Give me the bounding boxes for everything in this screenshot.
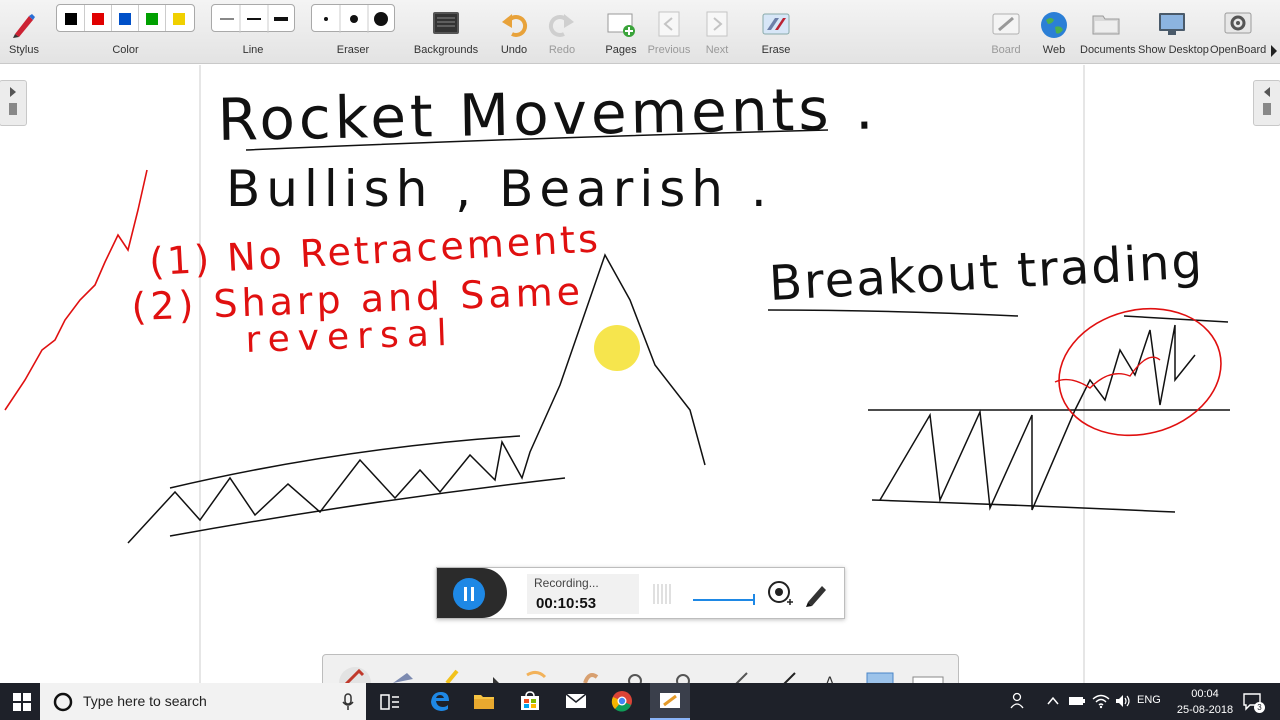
screen-recorder-widget: Recording... 00:10:53	[436, 567, 845, 619]
taskbar-clock[interactable]: 00:04 25-08-2018	[1172, 686, 1238, 718]
breakout-zigzag	[879, 324, 1196, 511]
dock-tools-icons: A	[339, 667, 944, 699]
volume-indicator[interactable]	[1114, 693, 1132, 714]
pause-recording-button[interactable]	[453, 578, 485, 610]
microphone-icon[interactable]	[342, 693, 354, 711]
clock-date: 25-08-2018	[1176, 704, 1234, 716]
file-explorer-taskbar-button[interactable]	[472, 689, 496, 718]
recording-info-box: Recording... 00:10:53	[527, 574, 639, 614]
laser-pointer	[594, 325, 640, 371]
start-button[interactable]	[13, 693, 31, 716]
breakout-red-scribble	[1054, 356, 1161, 389]
volume-slider-handle[interactable]	[753, 594, 755, 605]
breakout-heading: Breakout trading	[768, 233, 1206, 312]
notification-count-badge: 3	[1254, 702, 1265, 713]
point-2-continuation: reversal	[245, 313, 456, 361]
people-icon	[1010, 692, 1024, 709]
openboard-app-icon	[660, 693, 680, 708]
breakout-underline	[767, 309, 1019, 317]
task-view-button[interactable]	[380, 693, 400, 716]
recording-status: Recording...	[534, 576, 599, 590]
openboard-taskbar-button[interactable]	[650, 683, 690, 720]
action-center-button[interactable]: 3	[1242, 691, 1265, 716]
windows-logo-icon	[13, 693, 31, 711]
breakout-top-line	[1123, 315, 1229, 323]
mail-envelope-icon	[565, 693, 587, 708]
openboard-window: Stylus Color Line Eraser Backgrounds Und…	[0, 0, 1280, 720]
people-button[interactable]	[1010, 692, 1028, 715]
wifi-icon	[1092, 694, 1110, 709]
store-bag-icon	[521, 691, 539, 710]
battery-indicator[interactable]	[1068, 694, 1086, 713]
store-taskbar-button[interactable]	[518, 689, 542, 718]
battery-icon	[1069, 697, 1085, 705]
chrome-taskbar-button[interactable]	[610, 689, 634, 718]
recording-elapsed-time: 00:10:53	[536, 595, 597, 612]
support-line	[871, 499, 1176, 513]
wifi-indicator[interactable]	[1092, 693, 1110, 714]
board-title: Rocket Movements .	[217, 74, 878, 154]
breakout-highlight-circle	[1058, 307, 1222, 437]
tray-overflow-button[interactable]	[1046, 694, 1060, 713]
clock-time: 00:04	[1191, 688, 1219, 700]
task-view-icon	[380, 694, 399, 710]
edge-taskbar-button[interactable]	[428, 689, 452, 718]
taskbar-search-box[interactable]: Type here to search	[40, 683, 366, 720]
edge-browser-icon	[431, 692, 449, 711]
chevron-up-icon	[1047, 696, 1059, 705]
input-language-indicator[interactable]: ENG	[1137, 694, 1161, 706]
rocket-price-line	[4, 169, 148, 411]
channel-lower-line	[169, 477, 566, 537]
cortana-circle-icon	[53, 692, 73, 712]
volume-slider[interactable]	[693, 599, 755, 601]
windows-taskbar: Type here to search ENG 00:04 25-08-2018…	[0, 683, 1280, 720]
annotate-pen-icon[interactable]	[804, 580, 830, 608]
file-explorer-icon	[474, 695, 494, 709]
audio-level-icon	[653, 584, 671, 604]
webcam-icon[interactable]	[767, 580, 793, 608]
mail-taskbar-button[interactable]	[564, 689, 588, 718]
recorder-control-area	[437, 568, 507, 618]
chrome-browser-icon	[611, 691, 632, 712]
search-placeholder: Type here to search	[83, 693, 207, 709]
speaker-icon	[1116, 695, 1130, 707]
pause-icon	[464, 587, 474, 601]
board-subtitle: Bullish , Bearish .	[226, 160, 773, 218]
